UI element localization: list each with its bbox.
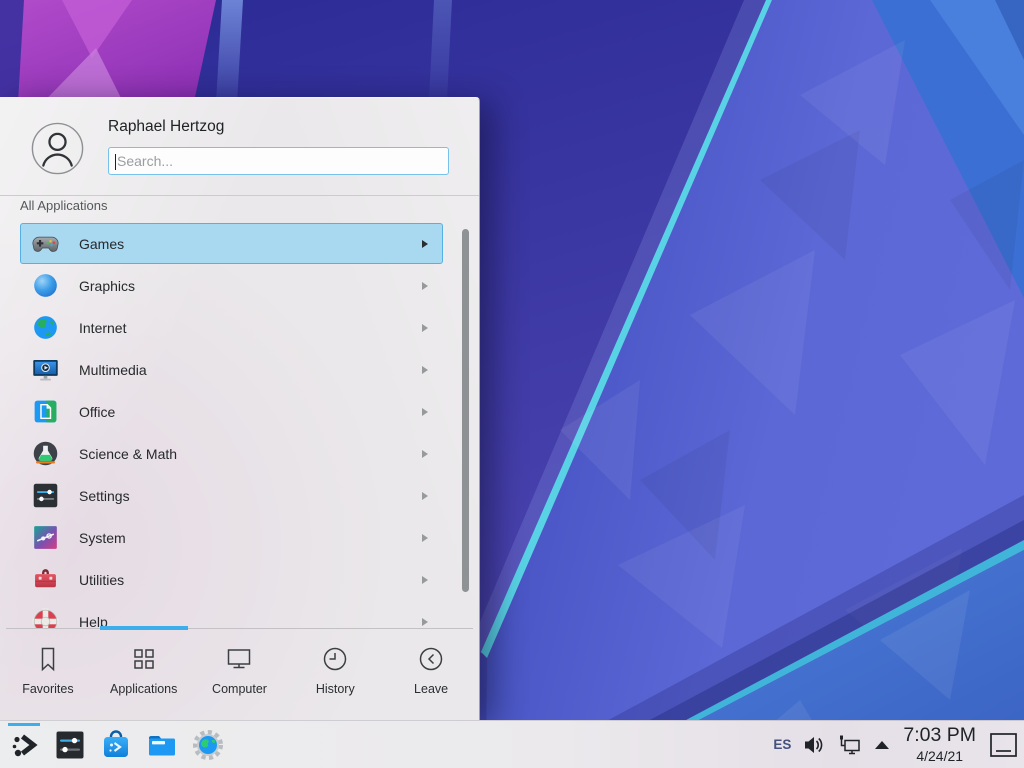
- taskbar-launchers: [0, 729, 224, 761]
- menu-tabbar: Favorites Applications Computer History …: [0, 629, 479, 721]
- submenu-arrow-icon: [421, 449, 429, 459]
- settings-icon: [31, 481, 60, 510]
- expand-tray-arrow-icon[interactable]: [875, 741, 889, 749]
- category-list: Games Graphics Internet Multimedia Offic…: [0, 222, 479, 628]
- clock-time: 7:03 PM: [903, 726, 976, 746]
- search-box: [108, 147, 449, 175]
- category-row[interactable]: Multimedia: [20, 349, 443, 390]
- multimedia-icon: [31, 355, 60, 384]
- science-icon: [31, 439, 60, 468]
- category-row[interactable]: Games: [20, 223, 443, 264]
- text-caret: [115, 154, 116, 170]
- section-label: All Applications: [20, 198, 107, 213]
- folder-icon: [146, 729, 178, 761]
- discover-icon: [100, 729, 132, 761]
- user-name: Raphael Hertzog: [108, 118, 224, 136]
- applications-icon: [130, 645, 158, 673]
- submenu-arrow-icon: [421, 617, 429, 627]
- submenu-arrow-icon: [421, 365, 429, 375]
- taskbar-panel: ES 7:03 PM 4/24/21: [0, 720, 1024, 768]
- discover-button[interactable]: [100, 729, 132, 761]
- system-tray: ES 7:03 PM 4/24/21: [773, 726, 1024, 763]
- scrollbar-handle[interactable]: [462, 229, 469, 592]
- help-icon: [31, 607, 60, 628]
- internet-icon: [31, 313, 60, 342]
- keyboard-layout-indicator[interactable]: ES: [773, 737, 791, 752]
- clock[interactable]: 7:03 PM 4/24/21: [901, 726, 978, 763]
- volume-icon[interactable]: [803, 735, 825, 755]
- app-launcher-button[interactable]: [8, 729, 40, 761]
- search-input[interactable]: [109, 148, 448, 174]
- active-task-indicator: [8, 723, 40, 726]
- leave-icon: [417, 645, 445, 673]
- system-icon: [31, 523, 60, 552]
- desktop: Raphael Hertzog All Applications Games G…: [0, 0, 1024, 768]
- category-row[interactable]: Office: [20, 391, 443, 432]
- application-launcher-menu: Raphael Hertzog All Applications Games G…: [0, 97, 480, 720]
- tab-favorites[interactable]: Favorites: [0, 629, 96, 721]
- system-settings-button[interactable]: [54, 729, 86, 761]
- tab-history[interactable]: History: [287, 629, 383, 721]
- category-row[interactable]: Utilities: [20, 559, 443, 600]
- kickoff-icon: [8, 729, 40, 761]
- tab-applications[interactable]: Applications: [96, 629, 192, 721]
- user-avatar-icon[interactable]: [31, 122, 84, 175]
- globe-gear-icon: [192, 729, 224, 761]
- systemsettings-icon: [54, 729, 86, 761]
- graphics-icon: [31, 271, 60, 300]
- show-desktop-icon[interactable]: [990, 733, 1017, 757]
- submenu-arrow-icon: [421, 575, 429, 585]
- category-row[interactable]: Help: [20, 601, 443, 628]
- submenu-arrow-icon: [421, 491, 429, 501]
- history-icon: [321, 645, 349, 673]
- category-row[interactable]: Settings: [20, 475, 443, 516]
- games-icon: [31, 229, 60, 258]
- category-row[interactable]: Graphics: [20, 265, 443, 306]
- submenu-arrow-icon: [421, 281, 429, 291]
- tab-computer[interactable]: Computer: [192, 629, 288, 721]
- tab-leave[interactable]: Leave: [383, 629, 479, 721]
- category-row[interactable]: System: [20, 517, 443, 558]
- submenu-arrow-icon: [421, 407, 429, 417]
- menu-header: Raphael Hertzog: [0, 98, 479, 196]
- network-icon[interactable]: [837, 734, 863, 756]
- utilities-icon: [31, 565, 60, 594]
- submenu-arrow-icon: [421, 533, 429, 543]
- computer-icon: [225, 645, 253, 673]
- submenu-arrow-icon: [421, 323, 429, 333]
- favorites-icon: [34, 645, 62, 673]
- office-icon: [31, 397, 60, 426]
- category-row[interactable]: Internet: [20, 307, 443, 348]
- file-manager-button[interactable]: [146, 729, 178, 761]
- category-row[interactable]: Science & Math: [20, 433, 443, 474]
- clock-date: 4/24/21: [916, 749, 963, 763]
- web-browser-button[interactable]: [192, 729, 224, 761]
- submenu-arrow-icon: [421, 239, 429, 249]
